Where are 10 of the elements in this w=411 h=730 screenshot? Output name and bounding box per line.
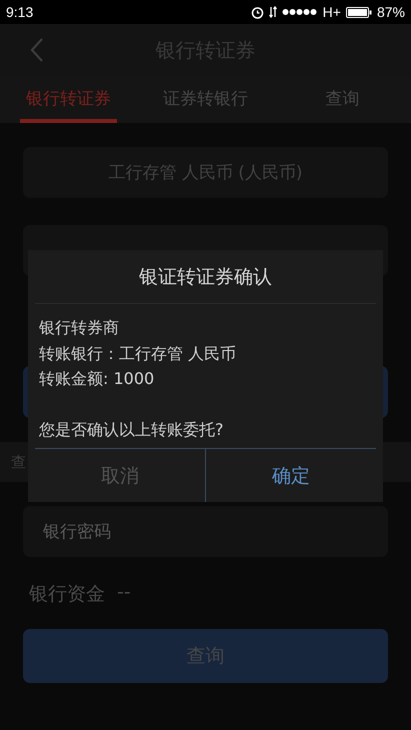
dialog-text: 转账金额: 1000 — [39, 368, 156, 390]
network-label: H+ — [322, 4, 341, 20]
dialog-text: 转账银行：工行存管 人民币 — [39, 342, 238, 364]
funds-value: -- — [117, 581, 131, 605]
funds-label: 银行资金 — [29, 582, 105, 607]
dialog-title: 银证转证券确认 — [35, 250, 376, 304]
dialog-question: 您是否确认以上转账委托? — [39, 419, 224, 441]
dialog-text: 银行转券商 — [39, 317, 120, 339]
clock-time: 9:13 — [6, 4, 34, 20]
battery-percent: 87% — [376, 4, 405, 20]
